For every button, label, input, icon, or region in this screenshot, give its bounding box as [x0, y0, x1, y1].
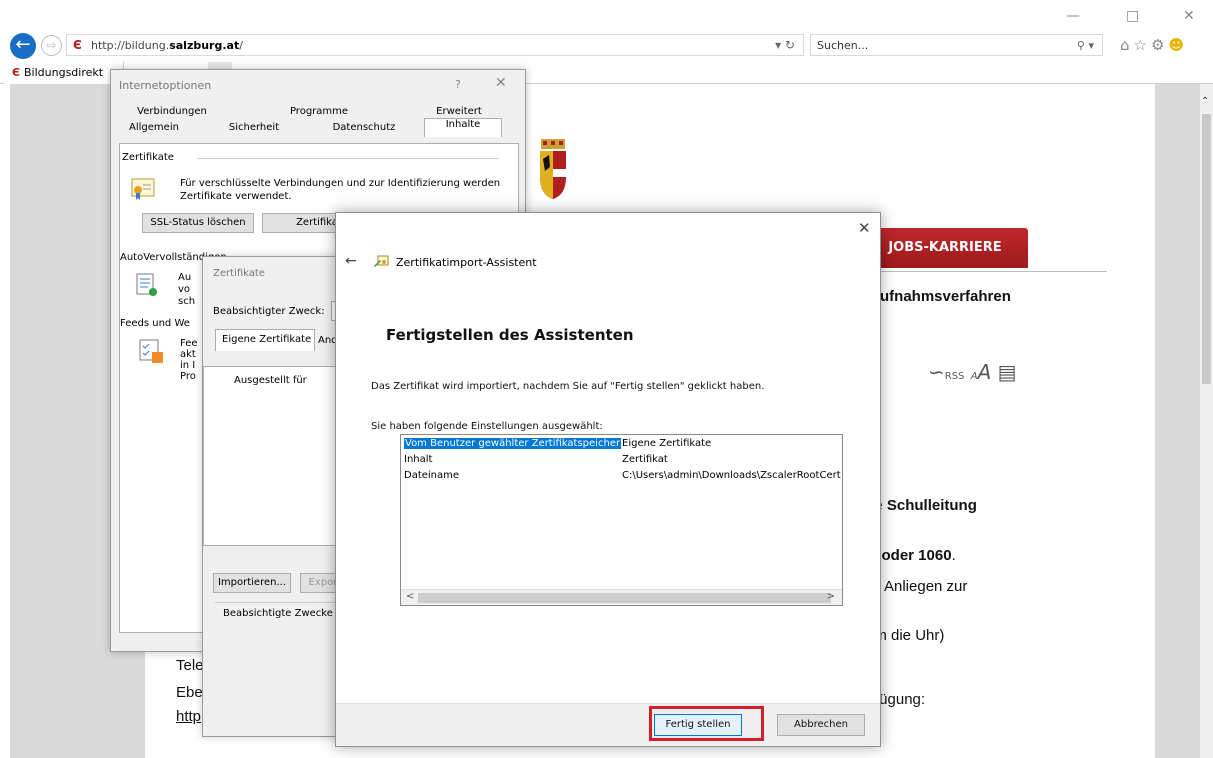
- importieren-button[interactable]: Importieren...: [213, 573, 291, 593]
- tab-favicon-icon: Є: [12, 66, 21, 79]
- settings-value-content: Zertifikat: [622, 454, 668, 465]
- zertifikatimport-assistent-dialog: ✕ ← Zertifikatimport-Assistent Fertigste…: [335, 212, 881, 747]
- feeds-text-1: Fee: [180, 338, 198, 349]
- browser-tab[interactable]: Є Bildungsdirekt: [4, 62, 124, 84]
- zertifikate-description-2: Zertifikate verwendet.: [180, 191, 292, 202]
- page-text-number: 9 oder 1060.: [869, 547, 956, 564]
- tab-datenschutz[interactable]: Datenschutz: [314, 122, 414, 133]
- scroll-right-icon[interactable]: >: [827, 591, 835, 602]
- rss-textsize-print-icons[interactable]: ∽RSS AA ▤: [928, 360, 1017, 384]
- highlight-box: [649, 706, 764, 741]
- wizard-title: Zertifikatimport-Assistent: [396, 256, 537, 269]
- refresh-icon[interactable]: ▾ ↻: [775, 38, 795, 52]
- zertifikate-list[interactable]: Ausgestellt für: [203, 366, 347, 546]
- feeds-text-3: in I: [180, 360, 196, 371]
- print-icon[interactable]: ▤: [998, 360, 1017, 384]
- help-icon[interactable]: ?: [455, 78, 461, 91]
- page-link-http[interactable]: http: [176, 708, 201, 725]
- close-icon[interactable]: ✕: [858, 219, 871, 237]
- scroll-up-icon[interactable]: ⌃: [1201, 96, 1209, 107]
- certificate-icon: [131, 178, 155, 200]
- maximize-icon[interactable]: □: [1126, 8, 1139, 24]
- feeds-group-label: Feeds und We: [120, 318, 190, 329]
- auto-text-2: vo: [178, 284, 191, 295]
- zertifikate-dialog: Zertifikate Beabsichtigter Zweck: Eigene…: [202, 256, 347, 737]
- close-window-icon[interactable]: ✕: [1183, 8, 1195, 24]
- search-icon[interactable]: ⚲ ▾: [1077, 39, 1094, 52]
- page-text-ebe: Ebe: [176, 684, 203, 701]
- toolbar-icons: ⌂☆⚙☻: [1120, 36, 1188, 54]
- dialog-title: Internetoptionen: [119, 79, 212, 92]
- tab-allgemein[interactable]: Allgemein: [119, 122, 189, 133]
- scroll-thumb[interactable]: [1202, 114, 1211, 384]
- ssl-status-loeschen-button[interactable]: SSL-Status löschen: [142, 213, 254, 233]
- feeds-text-4: Pro: [180, 371, 196, 382]
- page-text-schulleitung: ge Schulleitung: [866, 497, 977, 514]
- settings-gear-icon[interactable]: ⚙: [1151, 36, 1168, 54]
- zertifikate-group-label: Zertifikate: [122, 152, 174, 163]
- tab-sicherheit[interactable]: Sicherheit: [219, 122, 289, 133]
- wizard-description: Das Zertifikat wird importiert, nachdem …: [371, 381, 765, 392]
- feeds-icon: [139, 339, 163, 363]
- auto-text-1: Au: [178, 272, 192, 283]
- horizontal-scrollbar[interactable]: < >: [401, 589, 842, 605]
- page-scrollbar[interactable]: ⌃: [1200, 84, 1213, 758]
- certificate-wizard-icon: [374, 255, 389, 267]
- home-icon[interactable]: ⌂: [1120, 36, 1134, 54]
- zweck-label: Beabsichtigter Zweck:: [213, 306, 325, 317]
- settings-key-store[interactable]: Vom Benutzer gewählter Zertifikatspeiche…: [404, 438, 622, 449]
- wizard-heading: Fertigstellen des Assistenten: [386, 326, 634, 344]
- rss-icon[interactable]: ∽RSS: [928, 360, 964, 384]
- site-favicon-icon: Є: [73, 38, 82, 52]
- tab-erweitert[interactable]: Erweitert: [419, 106, 499, 117]
- autocomplete-icon: [136, 273, 157, 296]
- salzburg-crest-icon: [540, 139, 566, 199]
- settings-value-filename: C:\Users\admin\Downloads\ZscalerRootCert: [622, 470, 841, 481]
- search-box[interactable]: Suchen... ⚲ ▾: [810, 34, 1103, 56]
- settings-value-store: Eigene Zertifikate: [622, 438, 712, 449]
- back-button-icon[interactable]: ←: [10, 33, 36, 59]
- back-arrow-icon[interactable]: ←: [345, 253, 357, 269]
- tab-eigene-zertifikate[interactable]: Eigene Zertifikate: [215, 329, 315, 351]
- forward-button-icon[interactable]: ⇨: [41, 35, 62, 56]
- scroll-left-icon[interactable]: <: [406, 591, 414, 602]
- wizard-footer: Fertig stellen Abbrechen: [336, 703, 880, 746]
- page-heading-fragment: ufnahmsverfahren: [880, 288, 1011, 305]
- zertifikate-description: Für verschlüsselte Verbindungen und zur …: [180, 178, 501, 189]
- minimize-icon[interactable]: —: [1066, 8, 1080, 24]
- zwecke-label: Beabsichtigte Zwecke d: [223, 608, 343, 619]
- address-bar[interactable]: Є http://bildung.salzburg.at/ ▾ ↻: [66, 34, 804, 56]
- tab-verbindungen[interactable]: Verbindungen: [127, 106, 217, 117]
- feedback-smiley-icon[interactable]: ☻: [1168, 36, 1188, 54]
- tab-label: Bildungsdirekt: [24, 66, 104, 79]
- search-placeholder: Suchen...: [817, 39, 869, 52]
- close-icon[interactable]: ✕: [495, 75, 507, 91]
- jobs-karriere-tab[interactable]: JOBS-KARRIERE: [862, 228, 1028, 268]
- address-url: http://bildung.salzburg.at/: [91, 39, 243, 52]
- settings-label: Sie haben folgende Einstellungen ausgewä…: [371, 421, 603, 432]
- nav-divider: [862, 271, 1107, 272]
- settings-list[interactable]: Vom Benutzer gewählter Zertifikatspeiche…: [400, 434, 843, 606]
- zertifikate-dialog-title: Zertifikate: [213, 268, 265, 279]
- feeds-text-2: akt: [180, 349, 196, 360]
- horizontal-scroll-thumb[interactable]: [418, 593, 831, 603]
- settings-key-content[interactable]: Inhalt: [404, 454, 432, 465]
- page-text-anliegen: Anliegen zur: [884, 578, 968, 595]
- abbrechen-button[interactable]: Abbrechen: [777, 714, 865, 736]
- settings-key-filename[interactable]: Dateiname: [404, 470, 459, 481]
- tab-programme[interactable]: Programme: [279, 106, 359, 117]
- auto-text-3: sch: [178, 296, 196, 307]
- page-gutter-right: [1155, 84, 1200, 758]
- page-text-tele: Tele: [176, 657, 204, 674]
- text-size-icon[interactable]: AA: [971, 360, 992, 384]
- favorites-star-icon[interactable]: ☆: [1134, 36, 1151, 54]
- options-tabs: Verbindungen Programme Erweitert Allgeme…: [119, 106, 519, 146]
- tab-inhalte[interactable]: Inhalte: [424, 118, 502, 137]
- col-ausgestellt-fuer[interactable]: Ausgestellt für: [234, 375, 307, 386]
